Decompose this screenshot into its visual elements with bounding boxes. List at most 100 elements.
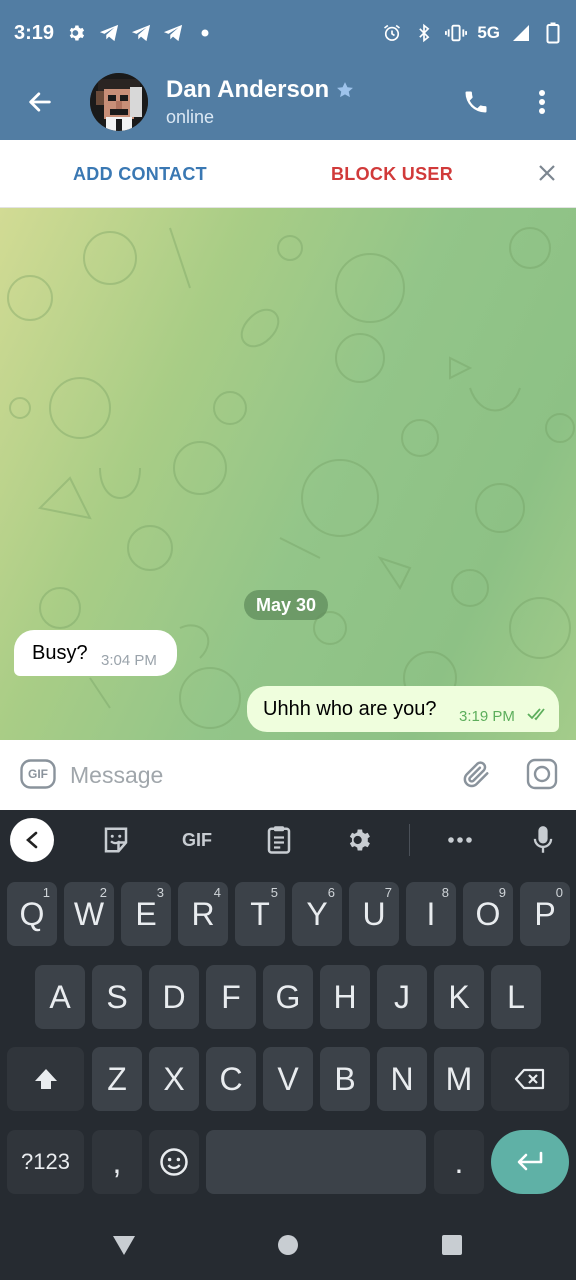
message-text: Busy? — [32, 642, 88, 664]
system-icons: 5G — [381, 22, 564, 44]
navigation-bar — [0, 1210, 576, 1280]
period-key[interactable]: . — [434, 1130, 484, 1194]
key-y[interactable]: Y6 — [292, 882, 342, 946]
toolbar-divider — [409, 824, 410, 856]
chat-area[interactable]: May 30 Busy? 3:04 PM Uhhh who are you? 3… — [0, 208, 576, 740]
key-a[interactable]: A — [35, 965, 85, 1029]
key-q[interactable]: Q1 — [7, 882, 57, 946]
call-button[interactable] — [456, 82, 496, 122]
key-x[interactable]: X — [149, 1047, 199, 1111]
paperclip-icon — [463, 761, 489, 788]
message-time: 3:19 PM — [459, 708, 515, 725]
gear-icon — [349, 829, 370, 851]
emoji-icon — [160, 1148, 188, 1176]
shift-key[interactable] — [7, 1047, 84, 1111]
message-input[interactable] — [70, 758, 440, 792]
gif-button[interactable]: GIF — [20, 758, 56, 790]
status-bar: 3:19 5G — [0, 0, 576, 68]
vibrate-icon — [445, 22, 468, 44]
phone-icon — [465, 91, 487, 113]
contact-name[interactable]: Dan Anderson — [166, 76, 355, 104]
keyboard-collapse-button[interactable] — [10, 818, 54, 862]
more-tools-button[interactable] — [442, 822, 478, 858]
status-time: 3:19 — [14, 22, 55, 44]
message-text: Uhhh who are you? — [263, 698, 437, 720]
keyboard: GIF Q1 W2 E3 R4 T5 Y6 U7 I8 O9 P0 A S D … — [0, 810, 576, 1210]
message-incoming[interactable]: Busy? 3:04 PM — [14, 630, 177, 676]
key-e[interactable]: E3 — [121, 882, 171, 946]
nav-back-button[interactable] — [109, 1230, 139, 1260]
enter-key[interactable] — [491, 1130, 569, 1194]
add-contact-button[interactable]: ADD CONTACT — [73, 164, 207, 185]
key-r[interactable]: R4 — [178, 882, 228, 946]
key-d[interactable]: D — [149, 965, 199, 1029]
home-circle-icon — [278, 1235, 298, 1255]
key-i[interactable]: I8 — [406, 882, 456, 946]
clipboard-icon — [267, 826, 291, 854]
key-g[interactable]: G — [263, 965, 313, 1029]
backspace-icon — [514, 1068, 545, 1090]
key-o[interactable]: O9 — [463, 882, 513, 946]
key-s[interactable]: S — [92, 965, 142, 1029]
contact-name-text: Dan Anderson — [166, 76, 330, 103]
key-z[interactable]: Z — [92, 1047, 142, 1111]
triangle-back-icon — [113, 1236, 135, 1255]
more-options-button[interactable] — [522, 82, 562, 122]
network-type: 5G — [477, 23, 500, 42]
microphone-icon — [533, 826, 553, 853]
key-v[interactable]: V — [263, 1047, 313, 1111]
keyboard-gif-button[interactable]: GIF — [178, 822, 216, 858]
signal-icon — [510, 22, 532, 44]
more-vertical-icon — [539, 90, 545, 114]
gif-label: GIF — [28, 767, 48, 781]
voice-input-button[interactable] — [525, 822, 561, 858]
close-action-bar-button[interactable] — [532, 158, 562, 188]
clipboard-button[interactable] — [261, 822, 297, 858]
emoji-key[interactable] — [149, 1130, 199, 1194]
nav-home-button[interactable] — [273, 1230, 303, 1260]
key-n[interactable]: N — [377, 1047, 427, 1111]
contact-status: online — [166, 107, 215, 127]
key-h[interactable]: H — [320, 965, 370, 1029]
sticker-icon — [104, 827, 128, 853]
key-u[interactable]: U7 — [349, 882, 399, 946]
key-m[interactable]: M — [434, 1047, 484, 1111]
message-time: 3:04 PM — [101, 652, 157, 669]
shift-icon — [34, 1069, 57, 1089]
comma-key[interactable]: , — [92, 1130, 142, 1194]
attach-button[interactable] — [458, 756, 494, 792]
notification-icons — [66, 22, 216, 44]
settings-icon — [66, 22, 88, 44]
key-j[interactable]: J — [377, 965, 427, 1029]
backspace-key[interactable] — [491, 1047, 569, 1111]
sticker-button[interactable] — [98, 822, 134, 858]
block-user-button[interactable]: BLOCK USER — [331, 164, 453, 185]
camera-button[interactable] — [524, 756, 560, 792]
star-icon — [337, 82, 354, 98]
recents-square-icon — [442, 1235, 462, 1255]
key-k[interactable]: K — [434, 965, 484, 1029]
avatar[interactable] — [90, 73, 148, 131]
key-t[interactable]: T5 — [235, 882, 285, 946]
space-key[interactable] — [206, 1130, 426, 1194]
back-button[interactable] — [20, 82, 60, 122]
keyboard-toolbar: GIF — [0, 810, 576, 870]
key-w[interactable]: W2 — [64, 882, 114, 946]
key-p[interactable]: P0 — [520, 882, 570, 946]
key-l[interactable]: L — [491, 965, 541, 1029]
telegram-icon — [98, 22, 120, 44]
arrow-left-icon — [29, 92, 51, 112]
key-c[interactable]: C — [206, 1047, 256, 1111]
message-outgoing[interactable]: Uhhh who are you? 3:19 PM — [247, 686, 559, 732]
keyboard-settings-button[interactable] — [342, 822, 378, 858]
chevron-left-icon — [26, 831, 38, 849]
nav-recents-button[interactable] — [437, 1230, 467, 1260]
double-check-icon — [527, 708, 545, 721]
avatar-image — [90, 73, 148, 131]
symbols-key[interactable]: ?123 — [7, 1130, 84, 1194]
key-f[interactable]: F — [206, 965, 256, 1029]
telegram-icon — [162, 22, 184, 44]
battery-icon — [542, 22, 564, 44]
message-composer: GIF — [0, 740, 576, 810]
key-b[interactable]: B — [320, 1047, 370, 1111]
